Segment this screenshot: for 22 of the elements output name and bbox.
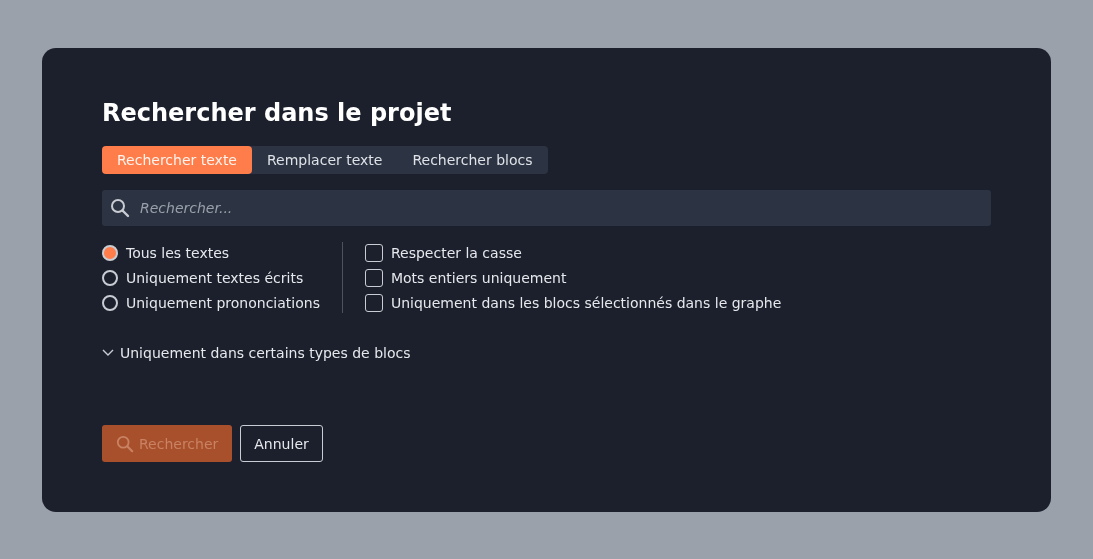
radio-button[interactable] xyxy=(102,269,118,286)
tab[interactable]: Rechercher blocs xyxy=(397,146,548,174)
block-types-expander[interactable]: Uniquement dans certains types de blocs xyxy=(102,345,411,361)
option-label: Uniquement dans les blocs sélectionnés dans le graphe xyxy=(390,294,782,311)
chevron-icon xyxy=(102,349,114,357)
search-icon xyxy=(110,198,130,218)
option-label: Respecter la casse xyxy=(390,244,522,261)
dialog-title: Rechercher dans le projet xyxy=(102,98,453,128)
search-field[interactable]: Rechercher... xyxy=(102,190,991,226)
option-label: Uniquement textes écrits xyxy=(126,269,304,286)
option-label: Tous les textes xyxy=(126,244,230,261)
option-label: Uniquement prononciations xyxy=(126,294,320,311)
search-icon xyxy=(116,434,134,453)
radio-button[interactable] xyxy=(102,294,118,311)
search-input[interactable]: Rechercher... xyxy=(138,199,983,217)
cancel-button[interactable]: Annuler xyxy=(240,425,323,462)
tab[interactable]: Remplacer texte xyxy=(252,146,398,174)
checkbox[interactable] xyxy=(364,268,383,287)
option-label: Mots entiers uniquement xyxy=(390,269,567,286)
checkbox[interactable] xyxy=(364,293,383,312)
radio-button[interactable] xyxy=(102,244,118,261)
checkbox[interactable] xyxy=(364,243,383,262)
